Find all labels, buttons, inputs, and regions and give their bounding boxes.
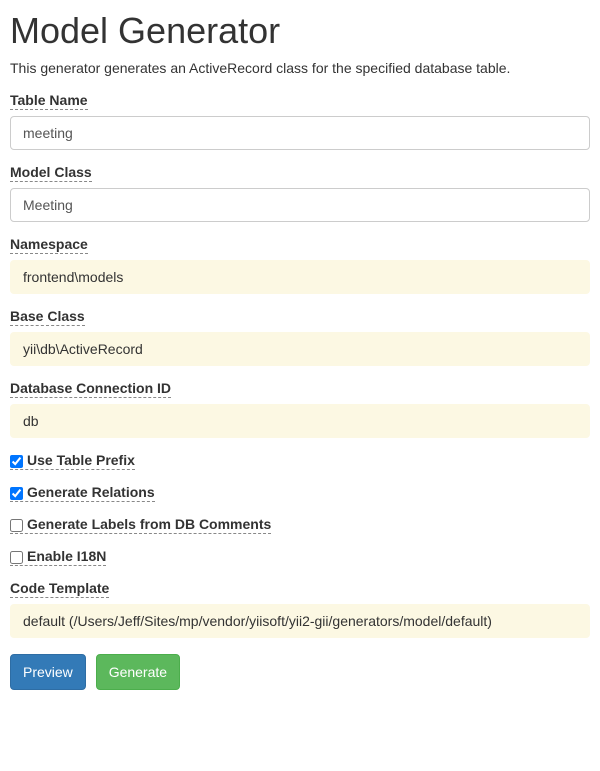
model-class-input[interactable]: [10, 188, 590, 222]
enable-i18n-checkbox[interactable]: [10, 551, 23, 564]
use-table-prefix-checkbox[interactable]: [10, 455, 23, 468]
table-name-group: Table Name: [10, 92, 590, 150]
namespace-label: Namespace: [10, 236, 88, 254]
db-connection-input[interactable]: [10, 404, 590, 438]
base-class-group: Base Class: [10, 308, 590, 366]
generate-labels-checkbox[interactable]: [10, 519, 23, 532]
generate-button[interactable]: Generate: [96, 654, 180, 690]
enable-i18n-label[interactable]: Enable I18N: [10, 548, 106, 566]
generate-relations-label[interactable]: Generate Relations: [10, 484, 155, 502]
table-name-label: Table Name: [10, 92, 88, 110]
generate-relations-text: Generate Relations: [27, 484, 155, 500]
generate-relations-group: Generate Relations: [10, 484, 590, 502]
use-table-prefix-label[interactable]: Use Table Prefix: [10, 452, 135, 470]
generate-relations-checkbox[interactable]: [10, 487, 23, 500]
use-table-prefix-group: Use Table Prefix: [10, 452, 590, 470]
base-class-input[interactable]: [10, 332, 590, 366]
code-template-input[interactable]: [10, 604, 590, 638]
page-description: This generator generates an ActiveRecord…: [10, 60, 590, 76]
db-connection-label: Database Connection ID: [10, 380, 171, 398]
model-class-group: Model Class: [10, 164, 590, 222]
form-actions: Preview Generate: [10, 654, 590, 690]
base-class-label: Base Class: [10, 308, 85, 326]
generate-labels-label[interactable]: Generate Labels from DB Comments: [10, 516, 271, 534]
enable-i18n-text: Enable I18N: [27, 548, 106, 564]
code-template-label: Code Template: [10, 580, 109, 598]
use-table-prefix-text: Use Table Prefix: [27, 452, 135, 468]
code-template-group: Code Template: [10, 580, 590, 638]
namespace-input[interactable]: [10, 260, 590, 294]
db-connection-group: Database Connection ID: [10, 380, 590, 438]
namespace-group: Namespace: [10, 236, 590, 294]
generate-labels-text: Generate Labels from DB Comments: [27, 516, 271, 532]
preview-button[interactable]: Preview: [10, 654, 86, 690]
table-name-input[interactable]: [10, 116, 590, 150]
generate-labels-group: Generate Labels from DB Comments: [10, 516, 590, 534]
page-title: Model Generator: [10, 10, 590, 52]
enable-i18n-group: Enable I18N: [10, 548, 590, 566]
model-class-label: Model Class: [10, 164, 92, 182]
